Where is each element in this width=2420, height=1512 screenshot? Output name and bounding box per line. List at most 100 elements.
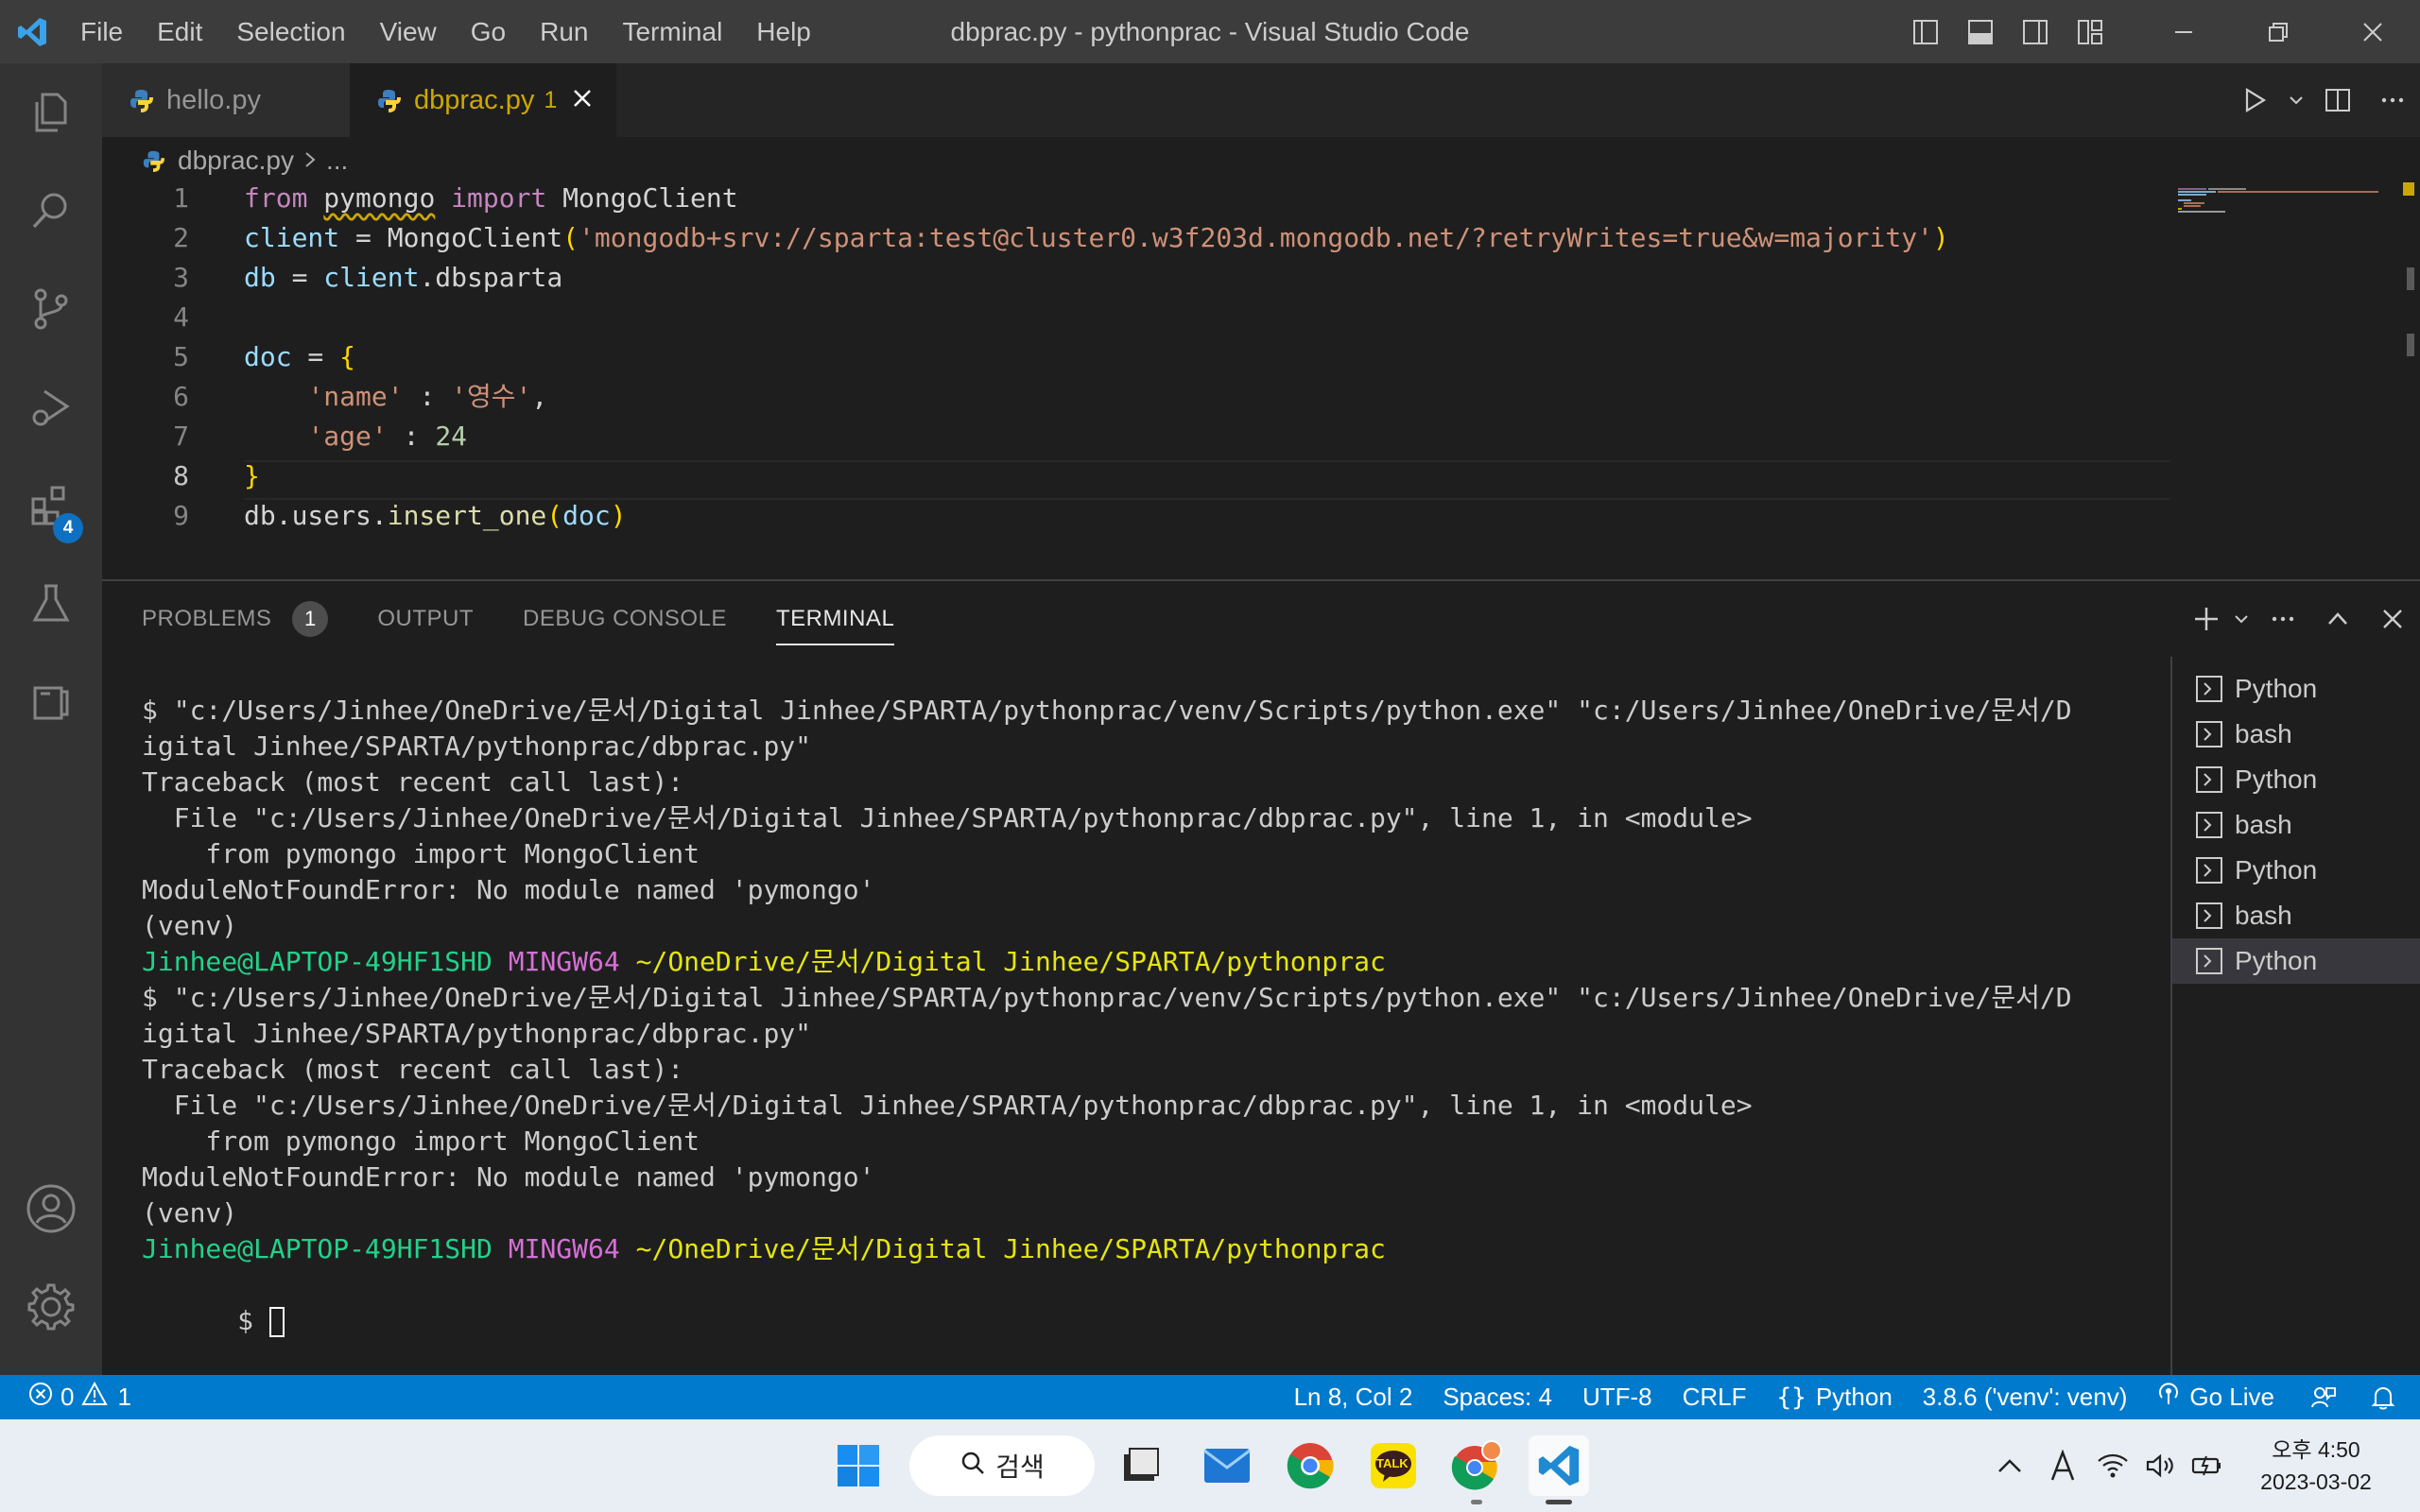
tab-problems[interactable]: PROBLEMS 1 bbox=[142, 581, 329, 657]
input-method-icon[interactable] bbox=[2036, 1450, 2089, 1482]
restore-icon[interactable] bbox=[2231, 0, 2325, 63]
code-line[interactable]: 5 doc = { bbox=[102, 337, 2174, 377]
testing-icon[interactable] bbox=[0, 555, 102, 653]
line-content: 'age' : 24 bbox=[244, 417, 467, 456]
mail-icon[interactable] bbox=[1197, 1435, 1257, 1496]
chevron-down-icon[interactable] bbox=[2227, 581, 2256, 657]
source-control-icon[interactable] bbox=[0, 260, 102, 358]
code-line[interactable]: 6 'name' : '영수', bbox=[102, 377, 2174, 417]
toggle-primary-sidebar-icon[interactable] bbox=[1898, 0, 1953, 63]
terminal-instance-bash[interactable]: bash bbox=[2172, 893, 2420, 938]
taskbar-search[interactable]: 검색 bbox=[909, 1435, 1095, 1496]
chevron-down-icon[interactable] bbox=[2282, 63, 2310, 137]
terminal-line: (venv) bbox=[142, 1195, 2174, 1231]
notifications-bell-icon[interactable] bbox=[2358, 1375, 2420, 1419]
cursor-position[interactable]: Ln 8, Col 2 bbox=[1279, 1375, 1428, 1419]
wifi-icon[interactable] bbox=[2089, 1452, 2136, 1479]
tab-output[interactable]: OUTPUT bbox=[377, 581, 474, 657]
go-live-button[interactable]: Go Live bbox=[2142, 1375, 2290, 1419]
code-token: client bbox=[323, 262, 420, 293]
tab-terminal[interactable]: TERMINAL bbox=[775, 581, 895, 657]
terminal-instance-bash[interactable]: bash bbox=[2172, 712, 2420, 757]
clock[interactable]: 오후 4:50 2023-03-02 bbox=[2231, 1434, 2401, 1498]
windows-start-icon[interactable] bbox=[828, 1435, 889, 1496]
volume-icon[interactable] bbox=[2136, 1452, 2184, 1479]
system-tray: 오후 4:50 2023-03-02 bbox=[1983, 1419, 2420, 1512]
kakaotalk-icon[interactable]: TALK bbox=[1363, 1435, 1424, 1496]
terminal-text: ModuleNotFoundError: No module named 'py… bbox=[142, 1161, 875, 1193]
menu-selection[interactable]: Selection bbox=[219, 0, 362, 63]
terminal-text: $ "c:/Users/Jinhee/OneDrive/문서/Digital J… bbox=[142, 982, 2072, 1013]
new-terminal-icon[interactable] bbox=[2186, 581, 2227, 657]
terminal-instance-python[interactable]: Python bbox=[2172, 666, 2420, 712]
menu-view[interactable]: View bbox=[363, 0, 454, 63]
toggle-secondary-sidebar-icon[interactable] bbox=[2008, 0, 2063, 63]
terminal-line: Traceback (most recent call last): bbox=[142, 1052, 2174, 1088]
language-mode[interactable]: {} Python bbox=[1762, 1375, 1908, 1419]
run-debug-icon[interactable] bbox=[0, 358, 102, 456]
search-icon[interactable] bbox=[0, 162, 102, 260]
maximize-panel-icon[interactable] bbox=[2310, 581, 2365, 657]
account-icon[interactable] bbox=[0, 1160, 102, 1258]
minimize-icon[interactable] bbox=[2136, 0, 2231, 63]
minimap[interactable] bbox=[2170, 182, 2397, 579]
problems-status[interactable]: 0 1 bbox=[0, 1375, 147, 1419]
encoding[interactable]: UTF-8 bbox=[1567, 1375, 1668, 1419]
file-explorer-icon[interactable] bbox=[1111, 1435, 1171, 1496]
remote-explorer-icon[interactable] bbox=[0, 653, 102, 751]
explorer-icon[interactable] bbox=[0, 63, 102, 162]
close-icon[interactable] bbox=[572, 85, 593, 116]
code-line[interactable]: 7 'age' : 24 bbox=[102, 417, 2174, 456]
terminal-output[interactable]: $ "c:/Users/Jinhee/OneDrive/문서/Digital J… bbox=[142, 693, 2174, 1373]
extensions-icon[interactable]: 4 bbox=[0, 456, 102, 555]
battery-icon[interactable] bbox=[2184, 1453, 2231, 1478]
chrome-profile-icon[interactable] bbox=[1446, 1435, 1507, 1504]
editor-scrollbar[interactable] bbox=[2397, 182, 2420, 579]
breadcrumb-symbol[interactable]: ... bbox=[326, 146, 348, 176]
tab-dbprac-py[interactable]: dbprac.py 1 bbox=[350, 63, 616, 137]
tab-label: PROBLEMS bbox=[142, 606, 272, 631]
terminal-instance-bash[interactable]: bash bbox=[2172, 802, 2420, 848]
customize-layout-icon[interactable] bbox=[2063, 0, 2118, 63]
more-actions-icon[interactable] bbox=[2365, 63, 2420, 137]
breadcrumb-file[interactable]: dbprac.py bbox=[178, 146, 294, 176]
indentation[interactable]: Spaces: 4 bbox=[1427, 1375, 1567, 1419]
terminal-prompt-line[interactable]: $ bbox=[142, 1267, 2174, 1337]
code-line[interactable]: 3 db = client.dbsparta bbox=[102, 258, 2174, 298]
terminal-text: $ "c:/Users/Jinhee/OneDrive/문서/Digital J… bbox=[142, 695, 2072, 726]
terminal-instance-python[interactable]: Python bbox=[2172, 757, 2420, 802]
menu-edit[interactable]: Edit bbox=[140, 0, 219, 63]
menu-file[interactable]: File bbox=[63, 0, 140, 63]
code-line[interactable]: 1 from pymongo import MongoClient bbox=[102, 179, 2174, 218]
menu-run[interactable]: Run bbox=[523, 0, 605, 63]
code-editor[interactable]: 1 from pymongo import MongoClient 2 client … bbox=[102, 179, 2267, 579]
python-interpreter[interactable]: 3.8.6 ('venv': venv) bbox=[1908, 1375, 2143, 1419]
terminal-instance-python[interactable]: Python bbox=[2172, 938, 2420, 984]
close-window-icon[interactable] bbox=[2325, 0, 2420, 63]
tab-hello-py[interactable]: hello.py bbox=[102, 63, 350, 137]
tab-debug-console[interactable]: DEBUG CONSOLE bbox=[523, 581, 727, 657]
chevron-up-icon[interactable] bbox=[1983, 1456, 2036, 1475]
vscode-taskbar-icon[interactable] bbox=[1529, 1435, 1589, 1504]
code-line[interactable]: 9 db.users.insert_one(doc) bbox=[102, 496, 2174, 536]
run-python-file-icon[interactable] bbox=[2227, 63, 2282, 137]
feedback-icon[interactable] bbox=[2290, 1375, 2358, 1419]
toggle-panel-icon[interactable] bbox=[1953, 0, 2008, 63]
more-actions-icon[interactable] bbox=[2256, 581, 2310, 657]
line-number: 7 bbox=[173, 421, 189, 452]
menu-terminal[interactable]: Terminal bbox=[605, 0, 739, 63]
code-token: .dbsparta bbox=[419, 262, 563, 293]
code-line[interactable]: 2 client = MongoClient('mongodb+srv://spa… bbox=[102, 218, 2174, 258]
close-panel-icon[interactable] bbox=[2365, 581, 2420, 657]
line-number: 9 bbox=[173, 500, 189, 531]
chrome-icon[interactable] bbox=[1280, 1435, 1340, 1496]
terminal-instance-python[interactable]: Python bbox=[2172, 848, 2420, 893]
end-of-line[interactable]: CRLF bbox=[1668, 1375, 1762, 1419]
split-editor-icon[interactable] bbox=[2310, 63, 2365, 137]
menu-help[interactable]: Help bbox=[739, 0, 828, 63]
code-line[interactable]: 8} bbox=[102, 456, 2174, 496]
code-line[interactable]: 4 bbox=[102, 298, 2174, 337]
gear-icon[interactable] bbox=[0, 1258, 102, 1356]
menu-go[interactable]: Go bbox=[454, 0, 523, 63]
